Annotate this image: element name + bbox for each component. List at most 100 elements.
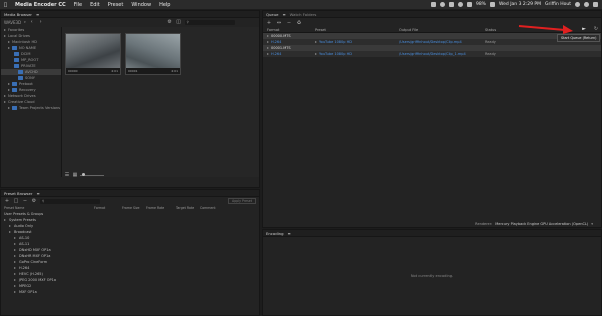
expand-icon[interactable] xyxy=(4,35,6,37)
column-header[interactable]: Preset Name xyxy=(4,206,94,210)
menu-preset[interactable]: Preset xyxy=(108,2,124,8)
menu-window[interactable]: Window xyxy=(131,2,151,8)
search-input[interactable]: ⚲ xyxy=(184,19,235,25)
preset-link[interactable]: YouTube 1080p HD xyxy=(319,40,352,44)
dropdown-icon[interactable] xyxy=(315,41,317,43)
menu-file[interactable]: File xyxy=(74,2,82,8)
apply-preset-button[interactable]: Apply Preset xyxy=(228,198,256,204)
expand-icon[interactable] xyxy=(9,225,11,227)
expand-icon[interactable] xyxy=(14,249,16,251)
add-output-icon[interactable]: ↭ xyxy=(276,20,282,26)
start-queue-icon[interactable]: ► xyxy=(581,26,587,32)
list-view-icon[interactable]: ☰ xyxy=(64,172,70,178)
format-link[interactable]: H.264 xyxy=(271,52,281,56)
media-thumbnail[interactable]: 00000 4:01 xyxy=(65,33,121,75)
remove-icon[interactable]: − xyxy=(22,198,28,204)
menu-help[interactable]: Help xyxy=(159,2,170,8)
expand-icon[interactable] xyxy=(8,107,10,109)
expand-icon[interactable] xyxy=(8,83,10,85)
tray-icon-3[interactable] xyxy=(448,2,454,7)
column-header[interactable]: Output File xyxy=(399,28,485,32)
column-header[interactable]: Frame Size xyxy=(122,206,146,210)
user-name[interactable]: Griffin Hout xyxy=(545,2,571,7)
menu-edit[interactable]: Edit xyxy=(90,2,100,8)
expand-icon[interactable] xyxy=(14,267,16,269)
column-header[interactable]: Comment xyxy=(200,206,230,210)
menu-icon[interactable] xyxy=(593,2,598,7)
dropdown-icon[interactable] xyxy=(267,53,269,55)
preset-toolbar: + □ − ⚙ ⚲ Apply Preset xyxy=(1,197,259,205)
expand-icon[interactable] xyxy=(8,47,10,49)
expand-icon[interactable] xyxy=(14,261,16,263)
add-source-icon[interactable]: + xyxy=(266,20,272,26)
settings-icon[interactable]: ⚙ xyxy=(31,198,37,204)
tab-watch-folders[interactable]: Watch Folders xyxy=(290,12,317,17)
preset-link[interactable]: YouTube 1080p HD xyxy=(319,52,352,56)
forward-icon[interactable]: › xyxy=(38,19,44,25)
cloud-icon[interactable] xyxy=(457,2,463,7)
preset-search-input[interactable]: ⚲ xyxy=(40,198,100,204)
app-menu[interactable]: Media Encoder CC xyxy=(15,2,66,8)
expand-icon[interactable] xyxy=(4,29,6,31)
chevron-down-icon[interactable]: ▾ xyxy=(591,222,593,226)
wifi-icon[interactable] xyxy=(466,2,472,7)
output-link[interactable]: /Users/griffinhout/Desktop/Clip.mp4 xyxy=(399,40,485,44)
expand-icon[interactable] xyxy=(9,231,11,233)
expand-icon[interactable] xyxy=(14,237,16,239)
column-header[interactable]: Frame Rate xyxy=(146,206,176,210)
thumb-caption: 00001 4:01 xyxy=(126,68,180,74)
panel-menu-icon[interactable]: ≡ xyxy=(36,12,39,17)
column-header[interactable]: Format xyxy=(94,206,122,210)
expand-icon[interactable] xyxy=(14,255,16,257)
expand-icon[interactable] xyxy=(267,35,269,37)
media-thumbnail[interactable]: 00001 4:01 xyxy=(125,33,181,75)
expand-icon[interactable] xyxy=(14,243,16,245)
panel-menu-icon[interactable]: ≡ xyxy=(36,191,39,196)
expand-icon[interactable] xyxy=(14,273,16,275)
battery-icon[interactable] xyxy=(489,2,495,7)
tooltip: Start Queue (Return) xyxy=(557,34,601,42)
path-dropdown-icon[interactable]: ▾ xyxy=(24,20,26,24)
expand-icon[interactable] xyxy=(14,285,16,287)
filter-icon[interactable]: ⚙ xyxy=(167,19,173,25)
expand-icon[interactable] xyxy=(4,95,6,97)
expand-icon[interactable] xyxy=(4,219,6,221)
column-header[interactable]: Target Rate xyxy=(176,206,200,210)
dropdown-icon[interactable] xyxy=(267,41,269,43)
dropdown-icon[interactable] xyxy=(315,53,317,55)
expand-icon[interactable] xyxy=(14,279,16,281)
tree-item[interactable]: Team Projects Versions xyxy=(1,105,61,111)
expand-icon[interactable] xyxy=(8,41,10,43)
apple-icon[interactable]:  xyxy=(4,2,7,8)
duplicate-icon[interactable]: ♻ xyxy=(296,20,302,26)
siri-icon[interactable] xyxy=(584,2,589,7)
queue-output-row[interactable]: H.264 YouTube 1080p HD /Users/griffinhou… xyxy=(263,51,601,57)
zoom-slider[interactable] xyxy=(80,173,104,176)
column-header[interactable]: Format xyxy=(267,28,315,32)
tray-icon-1[interactable] xyxy=(430,2,436,7)
remove-icon[interactable]: − xyxy=(286,20,292,26)
panel-menu-icon[interactable]: ≡ xyxy=(282,12,285,17)
queue-header: Queue ≡ Watch Folders xyxy=(263,11,601,18)
tab-queue[interactable]: Queue xyxy=(266,12,278,17)
expand-icon[interactable] xyxy=(8,89,10,91)
auto-encode-icon[interactable]: ↻ xyxy=(593,26,599,32)
output-link[interactable]: /Users/griffinhout/Desktop/Clip_1.mp4 xyxy=(399,52,485,56)
preset-item[interactable]: MXF OP1a xyxy=(1,289,259,295)
back-icon[interactable]: ‹ xyxy=(29,19,35,25)
renderer-select[interactable]: Mercury Playback Engine GPU Acceleration… xyxy=(495,222,588,226)
format-link[interactable]: H.264 xyxy=(271,40,281,44)
folder-add-icon[interactable]: □ xyxy=(13,198,19,204)
panel-menu-icon[interactable]: ≡ xyxy=(288,231,291,236)
expand-icon[interactable] xyxy=(267,47,269,49)
zoom-slider-handle[interactable] xyxy=(82,173,85,176)
expand-icon[interactable] xyxy=(4,101,6,103)
column-header[interactable]: Preset xyxy=(315,28,399,32)
search-icon[interactable] xyxy=(575,2,580,7)
clock[interactable]: Wed Jan 3 2:29 PM xyxy=(499,2,541,7)
expand-icon[interactable] xyxy=(14,291,16,293)
add-icon[interactable]: + xyxy=(4,198,10,204)
view-icon[interactable]: ◫ xyxy=(176,19,182,25)
tray-icon-2[interactable] xyxy=(439,2,445,7)
icon-view-icon[interactable]: ▦ xyxy=(72,172,78,178)
